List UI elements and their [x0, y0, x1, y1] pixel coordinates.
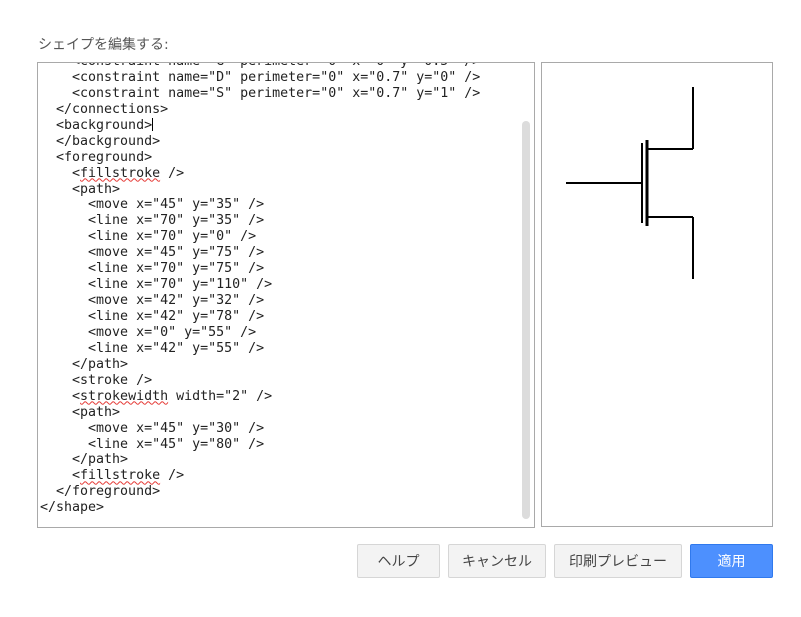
code-line: </background>	[40, 133, 161, 149]
shape-xml-editor[interactable]: <constraint name="G" perimeter="0" x="0"…	[37, 62, 535, 528]
code-line: <move x="0" y="55" />	[40, 324, 257, 340]
xml-code[interactable]: <constraint name="G" perimeter="0" x="0"…	[40, 63, 481, 516]
mosfet-preview-shape	[566, 87, 694, 279]
code-line: <path>	[40, 404, 121, 420]
code-line: <line x="70" y="35" />	[40, 213, 265, 229]
cancel-button[interactable]: キャンセル	[448, 544, 546, 578]
code-line: <line x="42" y="78" />	[40, 309, 265, 324]
code-line: <fillstroke />	[40, 165, 185, 181]
code-line: <constraint name="G" perimeter="0" x="0"…	[40, 63, 480, 70]
code-line: <move x="45" y="30" />	[40, 420, 265, 436]
shape-preview	[541, 62, 773, 527]
dialog-title: シェイプを編集する:	[38, 37, 169, 53]
code-line: </shape>	[40, 500, 105, 516]
code-line: <background>	[40, 117, 154, 133]
code-line: <line x="42" y="55" />	[40, 340, 265, 356]
code-line: <fillstroke />	[40, 468, 185, 484]
code-line: <line x="70" y="0" />	[40, 229, 257, 245]
code-line: <move x="45" y="75" />	[40, 245, 265, 261]
code-line: <path>	[40, 181, 121, 197]
code-line: <line x="45" y="80" />	[40, 436, 265, 452]
editor-scrollbar[interactable]	[522, 121, 530, 519]
code-line: <move x="45" y="35" />	[40, 197, 265, 213]
apply-button[interactable]: 適用	[690, 544, 773, 578]
shape-path-thin	[566, 87, 694, 279]
code-line: </foreground>	[40, 484, 161, 500]
code-line: <line x="70" y="110" />	[40, 277, 273, 293]
code-line: <foreground>	[40, 149, 153, 165]
code-line: <constraint name="S" perimeter="0" x="0.…	[40, 85, 481, 101]
code-line: <strokewidth width="2" />	[40, 388, 273, 404]
code-line: </path>	[40, 452, 129, 468]
code-line: <move x="42" y="32" />	[40, 293, 265, 309]
code-line: <constraint name="D" perimeter="0" x="0.…	[40, 69, 481, 85]
code-line: <line x="70" y="75" />	[40, 261, 265, 277]
code-line: <stroke />	[40, 372, 153, 388]
code-line: </path>	[40, 356, 129, 372]
code-line: </connections>	[40, 101, 169, 117]
help-button[interactable]: ヘルプ	[357, 544, 440, 578]
print-preview-button[interactable]: 印刷プレビュー	[554, 544, 682, 578]
text-caret	[152, 117, 154, 131]
